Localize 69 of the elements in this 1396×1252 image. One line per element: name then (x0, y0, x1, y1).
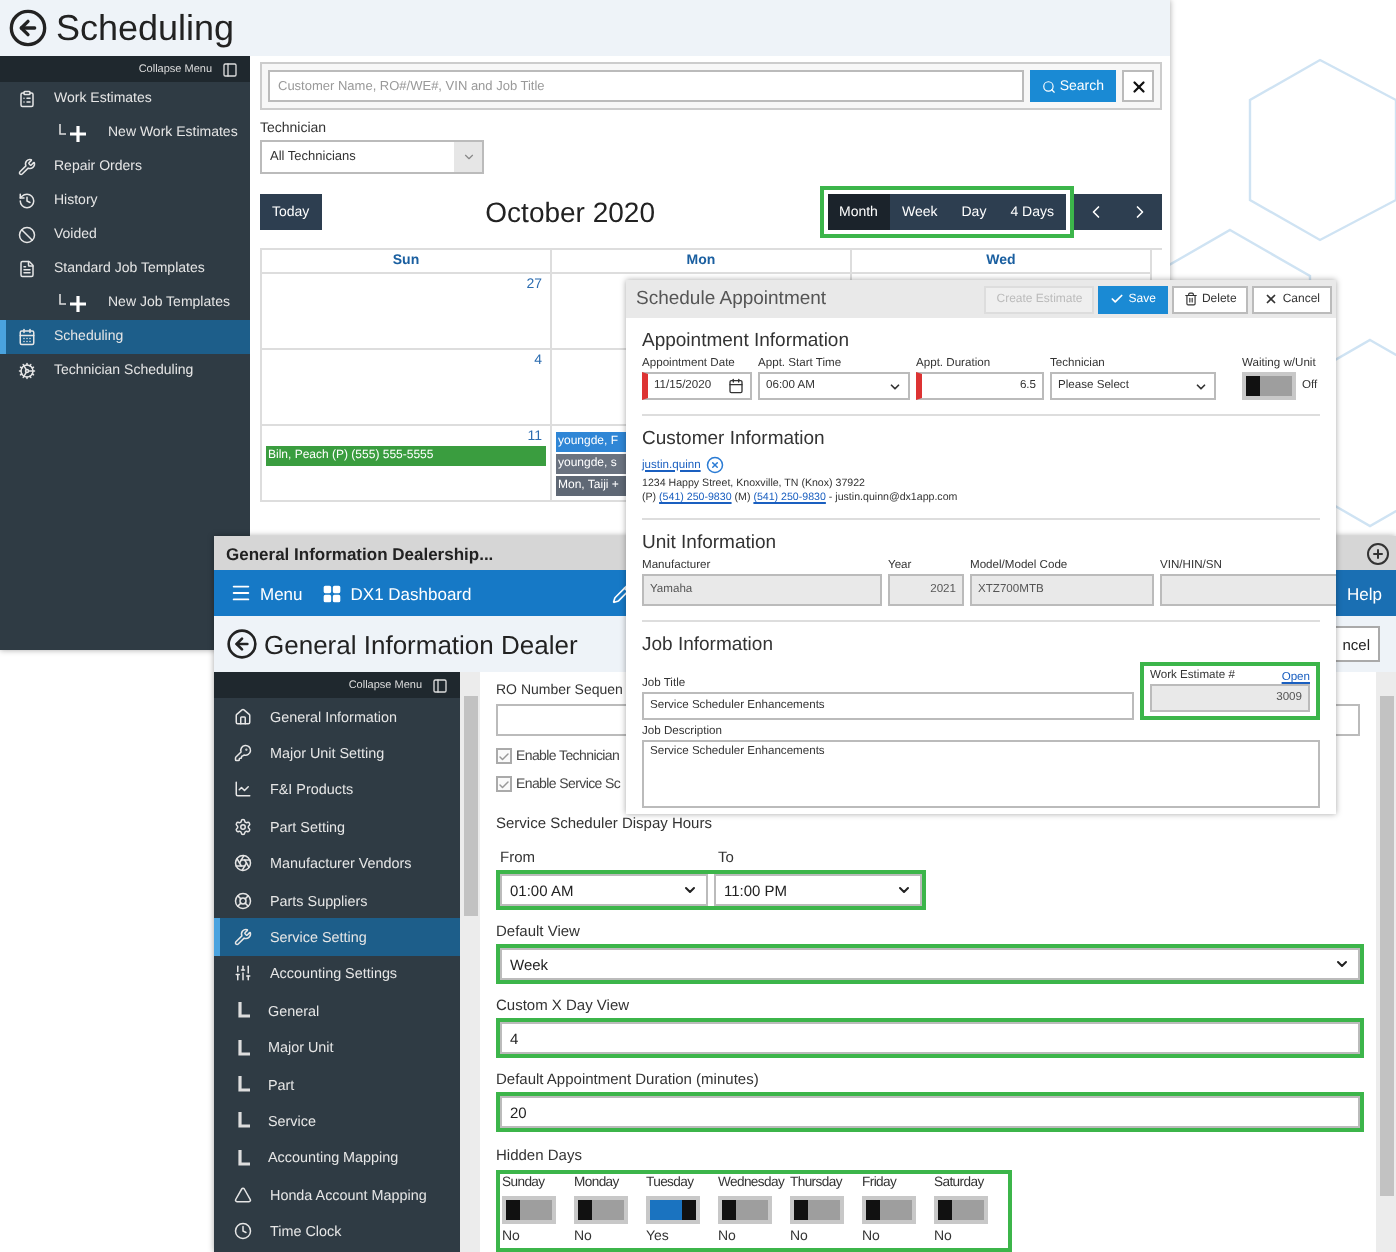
trash-icon (1183, 292, 1198, 306)
scrollbar[interactable] (1376, 672, 1396, 1252)
wrench-icon (234, 928, 252, 947)
chart-icon (234, 780, 252, 799)
child-marker-icon (238, 1112, 250, 1129)
help-button[interactable]: Help (1333, 570, 1396, 616)
month-title: October 2020 (483, 196, 658, 228)
wrench-icon (18, 158, 36, 176)
back-icon[interactable] (226, 628, 258, 660)
menu-icon (230, 582, 252, 604)
lifebuoy-icon (234, 891, 252, 910)
sliders-icon (234, 964, 252, 983)
section-heading: Job Information (642, 634, 775, 656)
ban-icon (18, 226, 36, 244)
check-icon (1110, 292, 1125, 306)
calendar-icon (18, 328, 36, 346)
document-icon (18, 260, 36, 278)
clock-icon (234, 1222, 252, 1241)
child-marker-icon (238, 1002, 250, 1019)
close-icon (1129, 77, 1147, 95)
toggle-switch[interactable] (1242, 372, 1296, 400)
close-icon (1264, 292, 1279, 306)
section-heading: Customer Information (642, 428, 827, 450)
toggle-switch[interactable] (502, 1196, 556, 1224)
search-icon (1041, 79, 1056, 93)
menu-button[interactable]: Menu (230, 582, 303, 604)
toggle-switch[interactable] (790, 1196, 844, 1224)
checkbox[interactable] (496, 776, 512, 792)
home-icon (234, 707, 252, 726)
toggle-switch[interactable] (718, 1196, 772, 1224)
tree-plus-icon (58, 293, 90, 313)
toggle-switch[interactable] (934, 1196, 988, 1224)
caret-icon (1334, 956, 1350, 972)
window-title: General Information Dealership... (226, 543, 494, 563)
caret-icon (888, 379, 902, 393)
gear-icon (18, 362, 36, 380)
aperture-icon (234, 854, 252, 873)
clear-button[interactable] (1122, 70, 1154, 102)
calendar-icon (728, 378, 744, 394)
key-icon (234, 744, 252, 763)
section-heading: Unit Information (642, 532, 779, 554)
clipboard-icon (18, 90, 36, 108)
caret-icon (1194, 379, 1208, 393)
toggle-switch[interactable] (862, 1196, 916, 1224)
child-marker-icon (238, 1039, 250, 1056)
caret-icon (896, 882, 912, 898)
grid-icon (322, 583, 343, 603)
section-heading: Appointment Information (642, 330, 852, 352)
wedge-icon (234, 1185, 252, 1204)
child-marker-icon (238, 1076, 250, 1093)
remove-icon[interactable] (706, 456, 725, 474)
window-title: Scheduling (56, 7, 235, 49)
dialog-title: Schedule Appointment (636, 288, 829, 310)
panel-icon[interactable] (222, 61, 238, 77)
history-icon (18, 192, 36, 210)
toggle-switch[interactable] (574, 1196, 628, 1224)
page-title: General Information Dealer (264, 629, 578, 659)
panel-icon[interactable] (432, 677, 448, 693)
toggle-switch[interactable] (646, 1196, 700, 1224)
tree-plus-icon (58, 123, 90, 143)
dashboard-link[interactable]: DX1 Dashboard (322, 583, 472, 603)
checkbox[interactable] (496, 748, 512, 764)
caret-icon (461, 150, 475, 164)
gear-icon (234, 817, 252, 836)
back-icon[interactable] (8, 8, 48, 48)
scrollbar[interactable] (460, 672, 480, 1252)
child-marker-icon (238, 1149, 250, 1166)
add-circle-icon[interactable] (1366, 541, 1390, 565)
caret-icon (682, 882, 698, 898)
